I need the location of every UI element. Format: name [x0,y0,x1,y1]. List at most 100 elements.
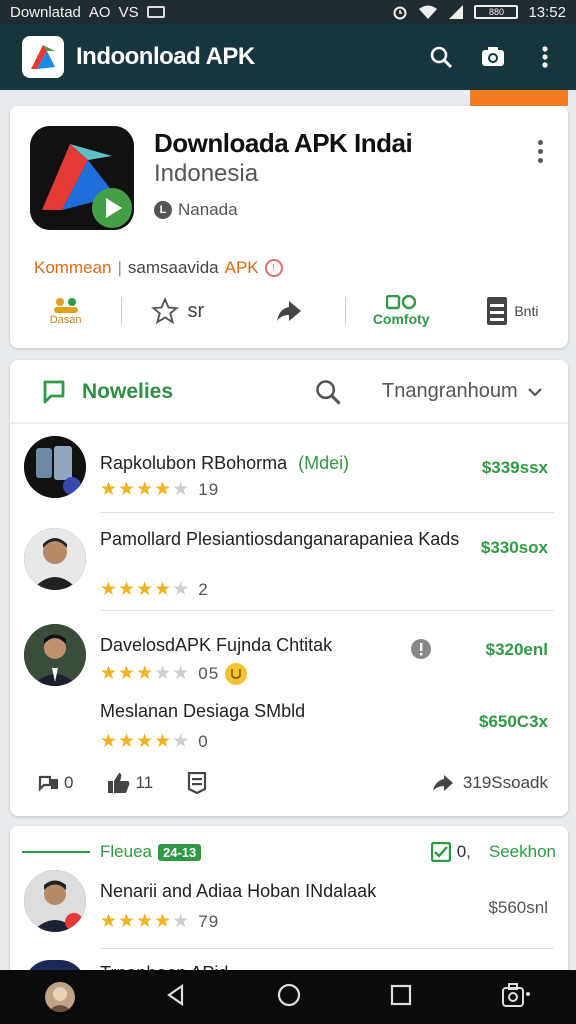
share-button[interactable]: 319Ssoadk [431,773,548,793]
people-icon [53,298,78,313]
action-compat[interactable]: Comfoty [346,295,457,327]
author-name: Nanada [178,200,238,219]
info-circle-icon[interactable] [410,638,432,660]
list-search-button[interactable] [314,378,342,411]
camera-button[interactable] [480,44,506,70]
back-button[interactable] [164,983,188,1012]
app-bar: Indoonload APK [0,24,576,90]
like-button[interactable]: 11 [107,772,153,794]
chat-bubble-icon [43,380,65,404]
card-menu-button[interactable] [538,140,543,163]
star-icon: ★ [136,663,155,684]
battery-icon: 880 [474,5,519,19]
gallery-icon [146,6,165,18]
star-icon: ★ [100,479,119,500]
action-share[interactable] [233,299,344,323]
star-icon: ★ [154,663,173,684]
star-icon: ★ [136,731,155,752]
star-icon: ★ [118,579,137,600]
news-header: Fleuea 24-13 0, Seekhon [22,838,556,866]
storage-icon [487,297,508,325]
app-logo-icon [30,126,134,230]
emoji-icon [225,663,247,685]
thumbs-up-icon [108,773,130,793]
profile-avatar[interactable] [44,982,75,1012]
bookmark-button[interactable] [187,772,207,794]
news-search-label: Seekhon [488,842,556,861]
avatar [24,436,86,498]
tab-nowelies-label: Nowelies [82,380,174,403]
overflow-menu-button[interactable] [532,44,558,70]
star-outline-icon [151,297,180,325]
home-button[interactable] [277,983,301,1012]
home-circle-icon [277,983,301,1006]
author-icon: L [154,201,172,219]
app-actions-row: Dasan sr Comfoty Bnti [10,284,568,338]
star-icon: ★ [118,911,137,932]
star-icon: ★ [172,663,191,684]
app-icon[interactable] [30,126,134,230]
avatar [24,528,86,590]
camera-icon [482,47,504,66]
item-title: DavelosdAPK Fujnda Chtitak [100,635,333,655]
rating-stars: ★ ★ ★ ★ ★ 19 [100,478,219,501]
search-button[interactable] [428,44,454,70]
back-triangle-icon [166,983,183,1006]
list-card: Nowelies Tnangranhoum Rapkolubon RBohorm… [10,360,568,816]
recents-button[interactable] [390,984,412,1011]
news-label: Fleuea [100,842,152,861]
action-rate[interactable]: sr [122,297,233,325]
item-price: $330sox [480,538,548,557]
app-author[interactable]: L Nanada [154,200,238,220]
chevron-down-icon [527,387,542,397]
comment-count: 0 [64,773,74,792]
item-tag: (Mdei) [298,453,350,473]
share-arrow-icon [432,775,453,791]
rating-count: 19 [198,479,220,499]
star-icon: ★ [100,663,119,684]
news-search[interactable]: 0, Seekhon [430,842,556,862]
star-icon: ★ [172,479,191,500]
share-text: 319Ssoadk [462,773,548,792]
comment-label: Kommean [34,258,112,277]
status-bar: Downlatad AO VS 880 13:52 [0,0,576,24]
star-icon: ★ [118,479,137,500]
action-rate-label: sr [187,299,205,322]
search-icon [430,46,453,69]
list-bottom-actions: 0 11 319Ssoadk [38,772,548,794]
signal-icon [449,5,464,19]
tab-nowelies[interactable]: Nowelies [40,378,173,406]
avatar [24,624,86,686]
news-tag: 24-13 [157,843,202,861]
star-icon: ★ [118,663,137,684]
news-card: Fleuea 24-13 0, Seekhon Nenarii and Adia… [10,826,568,986]
action-people-label: Dasan [49,314,82,326]
sort-dropdown[interactable]: Tnangranhoum [382,380,542,403]
app-logo[interactable] [22,36,64,78]
item-title: Meslanan Desiaga SMbld [100,701,306,721]
action-storage[interactable]: Bnti [457,296,568,326]
app-subtitle: Indonesia [154,160,259,187]
comment-row[interactable]: Kommean | samsaavida APK ! [34,258,283,278]
status-mid-text-2: VS [118,3,139,21]
orange-accent-tab [470,90,568,106]
star-icon: ★ [172,911,191,932]
comment-count-button[interactable]: 0 [38,773,73,793]
star-icon: ★ [136,479,155,500]
search-icon [316,380,341,405]
info-icon: ! [264,259,283,277]
status-mid-text: AO [88,3,111,21]
app-detail-card: Downloada APK Indai Indonesia L Nanada K… [10,106,568,348]
avatar [24,870,86,932]
item-price: $320enl [485,640,548,659]
screenshot-icon [502,982,531,1007]
screenshot-button[interactable] [501,982,531,1013]
comment-icon [38,775,58,792]
star-icon: ★ [100,731,119,752]
item-title: Rapkolubon RBohorma [100,453,288,473]
checkbox-icon [430,842,451,862]
star-icon: ★ [100,579,119,600]
alarm-icon [393,6,407,20]
action-people[interactable]: Dasan [10,296,121,326]
rating-count: 0 [198,731,209,751]
